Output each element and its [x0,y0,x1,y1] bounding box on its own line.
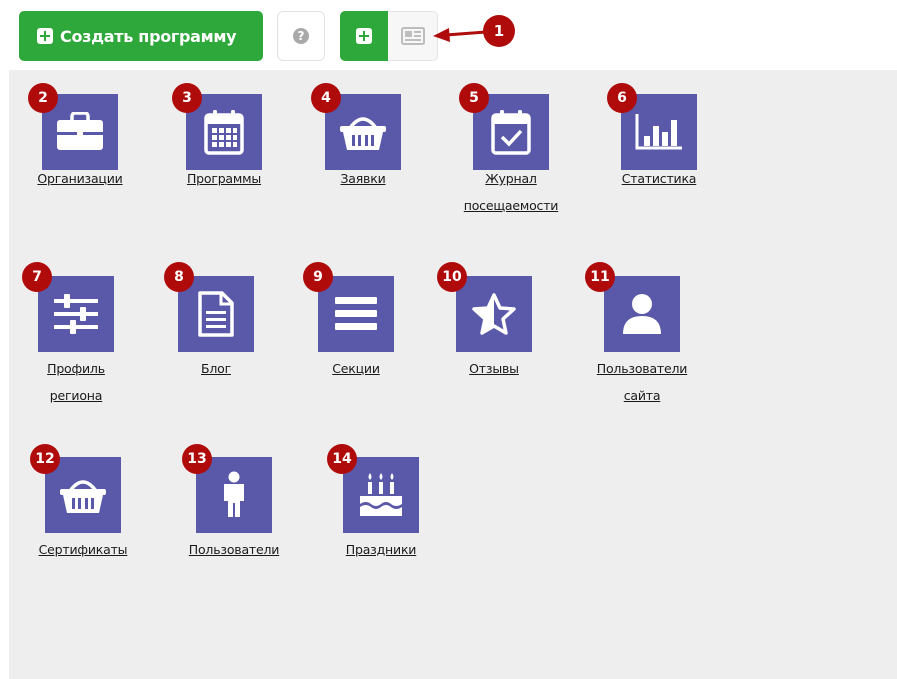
tile-label-line1[interactable]: Программы [154,165,294,192]
add-button[interactable] [340,11,388,61]
tile-label-line1[interactable]: Секции [286,355,426,382]
birthday-cake-icon [360,473,402,516]
tile-label-line1[interactable]: Журнал [441,165,581,192]
annotation-badge: 1 [483,15,515,47]
tile-statistics[interactable]: 6 Статистика [589,82,729,242]
tile-sections[interactable]: 9 Секции [286,262,426,422]
tile-label[interactable]: Программы [154,165,294,192]
tile-number-badge: 13 [182,444,212,474]
create-program-label: Создать программу [60,26,237,46]
calendar-icon [204,110,244,155]
user-icon [623,294,661,334]
tile-number-badge: 8 [164,262,194,292]
help-button[interactable]: ? [277,11,325,61]
sliders-icon [54,294,98,334]
plus-square-icon [356,28,372,44]
briefcase-icon [57,112,103,150]
tile-number-badge: 3 [172,83,202,113]
tile-number-badge: 2 [28,83,58,113]
tile-label[interactable]: Отзывы [424,355,564,382]
tile-number-badge: 11 [585,262,615,292]
tile-number-badge: 7 [22,262,52,292]
toolbar: Создать программу ? 1 [0,0,897,70]
tile-label[interactable]: Сертификаты [13,536,153,563]
tile-certificates[interactable]: 12 Сертификаты [13,444,153,604]
tile-holidays[interactable]: 14 Праздники [311,444,451,604]
tile-label[interactable]: Секции [286,355,426,382]
tile-icon-box[interactable] [318,276,394,352]
star-half-icon [472,293,516,335]
tile-label-line1[interactable]: Сертификаты [13,536,153,563]
tile-icon-box[interactable] [604,276,680,352]
tile-label-line1[interactable]: Праздники [311,536,451,563]
tile-label[interactable]: Профиль региона [6,355,146,409]
tile-region-profile[interactable]: 7 Профиль региона [6,262,146,422]
tile-label-line1[interactable]: Профиль [6,355,146,382]
tile-organizations[interactable]: 2 Организации [10,82,150,242]
tile-label[interactable]: Статистика [589,165,729,192]
tile-applications[interactable]: 4 Заявки [293,82,433,242]
tile-label-line2[interactable]: сайта [572,382,712,409]
tile-label-line1[interactable]: Пользователи [164,536,304,563]
tile-blog[interactable]: 8 Блог [146,262,286,422]
tile-number-badge: 4 [311,83,341,113]
tile-label-line1[interactable]: Блог [146,355,286,382]
tile-number-badge: 14 [327,444,357,474]
tile-number-badge: 10 [437,262,467,292]
basket-icon [340,117,386,150]
tile-programs[interactable]: 3 Программы [154,82,294,242]
tile-label-line1[interactable]: Отзывы [424,355,564,382]
tile-number-badge: 6 [607,83,637,113]
tile-label-line1[interactable]: Статистика [589,165,729,192]
tile-icon-box[interactable] [343,457,419,533]
tile-label[interactable]: Блог [146,355,286,382]
person-icon [224,471,244,517]
basket-icon [60,480,106,513]
tile-icon-box[interactable] [456,276,532,352]
bar-chart-icon [635,114,682,150]
tile-label-line1[interactable]: Организации [10,165,150,192]
tile-label[interactable]: Пользователи сайта [572,355,712,409]
tile-label-line2[interactable]: посещаемости [441,192,581,219]
tile-label[interactable]: Журнал посещаемости [441,165,581,219]
tile-users[interactable]: 13 Пользователи [164,444,304,604]
tile-number-badge: 9 [303,262,333,292]
annotation-arrow [433,28,487,42]
tile-number-badge: 5 [459,83,489,113]
tile-site-users[interactable]: 11 Пользователи сайта [572,262,712,422]
tile-label[interactable]: Праздники [311,536,451,563]
tile-label-line1[interactable]: Пользователи [572,355,712,382]
newspaper-icon [400,27,425,45]
document-icon [198,291,234,337]
list-icon [335,297,377,330]
tile-label[interactable]: Пользователи [164,536,304,563]
tile-label[interactable]: Организации [10,165,150,192]
tile-icon-box[interactable] [38,276,114,352]
tile-reviews[interactable]: 10 Отзывы [424,262,564,422]
tile-number-badge: 12 [30,444,60,474]
calendar-check-icon [491,110,531,155]
create-program-button[interactable]: Создать программу [19,11,263,61]
tile-label[interactable]: Заявки [293,165,433,192]
tile-attendance-journal[interactable]: 5 Журнал посещаемости [441,82,581,242]
tile-label-line1[interactable]: Заявки [293,165,433,192]
tile-label-line2[interactable]: региона [6,382,146,409]
plus-square-icon [37,28,53,44]
question-circle-icon: ? [293,28,309,44]
